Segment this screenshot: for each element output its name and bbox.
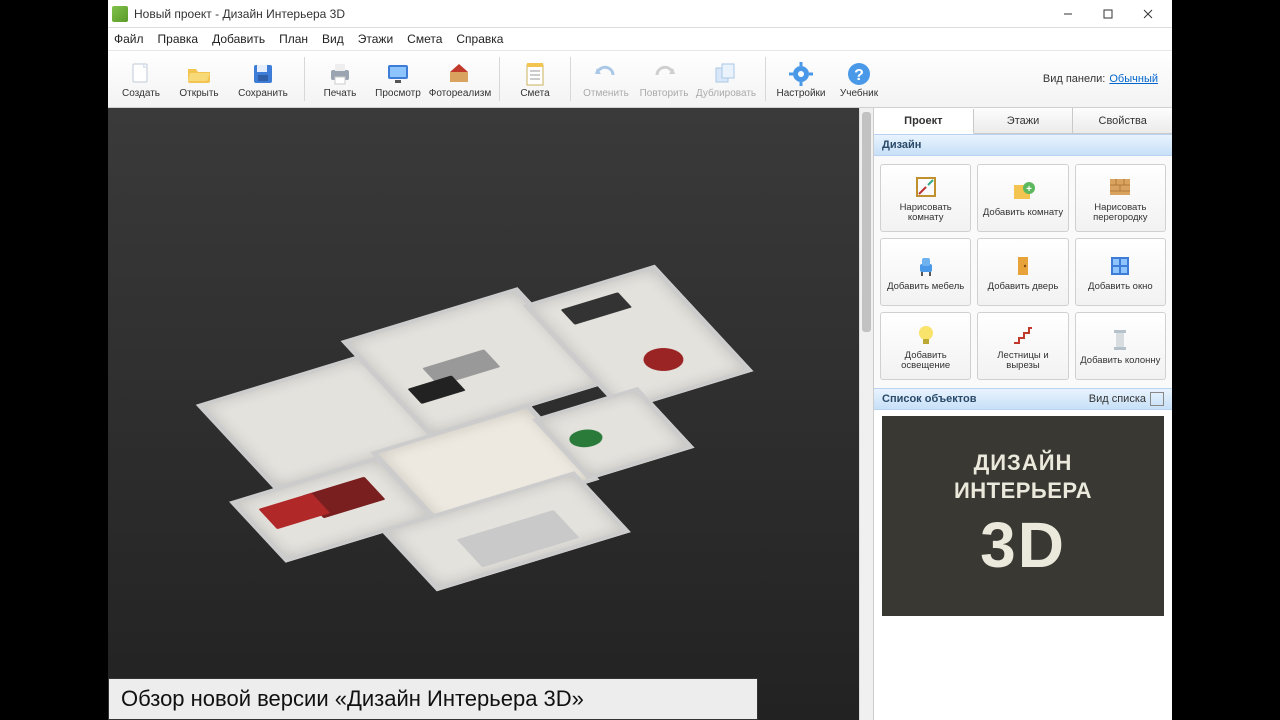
titlebar: Новый проект - Дизайн Интерьера 3D [108,0,1172,28]
maximize-button[interactable] [1088,2,1128,26]
svg-text:?: ? [854,67,864,84]
menu-floors[interactable]: Этажи [358,32,393,46]
panel-mode-label: Вид панели: [1043,73,1105,85]
help-icon: ? [845,61,873,87]
redo-button[interactable]: Повторить [635,53,693,105]
render-icon [446,61,474,87]
pencil-room-icon [913,174,939,200]
add-column-button[interactable]: Добавить колонну [1075,312,1166,380]
brick-wall-icon [1107,174,1133,200]
menu-help[interactable]: Справка [456,32,503,46]
save-button[interactable]: Сохранить [228,53,298,105]
undo-button[interactable]: Отменить [577,53,635,105]
app-icon [112,6,128,22]
menu-plan[interactable]: План [279,32,308,46]
settings-button[interactable]: Настройки [772,53,830,105]
bulb-icon [913,322,939,348]
gear-icon [787,61,815,87]
menu-edit[interactable]: Правка [158,32,199,46]
chair-icon [913,253,939,279]
viewport-3d[interactable]: Обзор новой версии «Дизайн Интерьера 3D» [108,108,874,720]
right-panel: Проект Этажи Свойства Дизайн Нарисовать … [874,108,1172,720]
draw-room-button[interactable]: Нарисовать комнату [880,164,971,232]
notepad-icon [521,61,549,87]
viewport-scrollbar[interactable] [859,108,873,720]
toolbar: Создать Открыть Сохранить Печать Просмот… [108,50,1172,108]
column-icon [1107,327,1133,353]
video-caption: Обзор новой версии «Дизайн Интерьера 3D» [108,678,758,720]
objects-header: Список объектов Вид списка [874,388,1172,410]
new-file-icon [127,61,155,87]
menu-view[interactable]: Вид [322,32,344,46]
tab-floors[interactable]: Этажи [974,108,1074,133]
undo-icon [592,61,620,87]
design-header: Дизайн [874,134,1172,156]
redo-icon [650,61,678,87]
duplicate-icon [712,61,740,87]
printer-icon [326,61,354,87]
photoreal-button[interactable]: Фотореализм [427,53,493,105]
duplicate-button[interactable]: Дублировать [693,53,759,105]
menu-estimate[interactable]: Смета [407,32,442,46]
monitor-icon [384,61,412,87]
help-button[interactable]: ? Учебник [830,53,888,105]
close-button[interactable] [1128,2,1168,26]
folder-open-icon [185,61,213,87]
open-button[interactable]: Открыть [170,53,228,105]
floorplan-render [162,229,818,582]
menu-file[interactable]: Файл [114,32,144,46]
dropdown-icon [259,77,267,83]
draw-partition-button[interactable]: Нарисовать перегородку [1075,164,1166,232]
tab-project[interactable]: Проект [874,109,974,134]
svg-text:+: + [1026,184,1032,195]
save-icon [249,61,277,87]
list-view-icon[interactable] [1150,392,1164,406]
stairs-cutouts-button[interactable]: Лестницы и вырезы [977,312,1068,380]
add-room-button[interactable]: +Добавить комнату [977,164,1068,232]
add-lighting-button[interactable]: Добавить освещение [880,312,971,380]
stairs-icon [1010,322,1036,348]
list-view-label: Вид списка [1089,393,1146,405]
create-button[interactable]: Создать [112,53,170,105]
window-title: Новый проект - Дизайн Интерьера 3D [134,7,1048,21]
add-furniture-button[interactable]: Добавить мебель [880,238,971,306]
print-button[interactable]: Печать [311,53,369,105]
menubar: Файл Правка Добавить План Вид Этажи Смет… [108,28,1172,50]
minimize-button[interactable] [1048,2,1088,26]
add-window-button[interactable]: Добавить окно [1075,238,1166,306]
window-icon [1107,253,1133,279]
add-room-icon: + [1010,179,1036,205]
menu-add[interactable]: Добавить [212,32,265,46]
preview-button[interactable]: Просмотр [369,53,427,105]
estimate-button[interactable]: Смета [506,53,564,105]
door-icon [1010,253,1036,279]
tab-properties[interactable]: Свойства [1073,108,1172,133]
panel-mode-link[interactable]: Обычный [1109,73,1158,85]
logo-panel: ДИЗАЙН ИНТЕРЬЕРА 3D [882,416,1164,616]
add-door-button[interactable]: Добавить дверь [977,238,1068,306]
